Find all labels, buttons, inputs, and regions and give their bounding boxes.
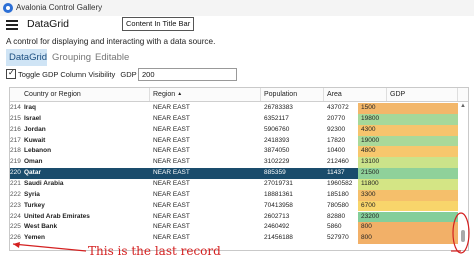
annotation-text: This is the last record [88,244,221,258]
annotation-arrowhead-icon [13,242,20,248]
annotation-overlay [12,212,470,254]
annotation-scrollbar-circle [452,212,470,254]
annotation-arrow-line [12,243,87,252]
